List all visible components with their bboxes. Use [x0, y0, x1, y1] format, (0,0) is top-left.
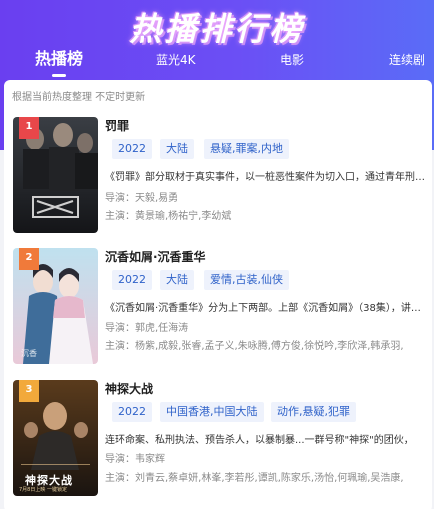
item-director: 导演：郭虎,任海涛 — [105, 323, 189, 334]
region-tag[interactable]: 大陆 — [160, 270, 194, 290]
item-title: 沉香如屑·沉香重华 — [105, 250, 206, 264]
year-tag[interactable]: 2022 — [112, 402, 152, 422]
year-tag[interactable]: 2022 — [112, 270, 152, 290]
tab-label: 热播榜 — [35, 49, 84, 68]
tab-movies[interactable]: 电影 — [280, 48, 304, 78]
item-title: 罚罪 — [105, 119, 130, 133]
region-tag[interactable]: 中国香港,中国大陆 — [160, 402, 264, 422]
item-director: 导演：天毅,易勇 — [105, 193, 179, 204]
item-cast: 主演：黄景瑜,杨祐宁,李幼斌 — [105, 211, 232, 222]
tab-series[interactable]: 连续剧 — [389, 48, 425, 78]
poster-subcaption: 7月8日上映 一键锁定 — [19, 487, 67, 493]
rank-badge: 3 — [19, 380, 39, 402]
ranking-list: 根据当前热度整理 不定时更新 1 罚罪 2022 大陆 悬疑,罪案,内地 《罚罪… — [4, 80, 432, 509]
tab-bluray-4k[interactable]: 蓝光4K — [156, 48, 196, 78]
rank-badge: 1 — [19, 117, 39, 139]
item-description: 《罚罪》部分取材于真实事件，以一桩恶性案件为切入口，通过青年刑警常征的视角 — [105, 172, 426, 183]
active-tab-indicator — [52, 74, 66, 77]
genre-tag[interactable]: 悬疑,罪案,内地 — [204, 139, 289, 159]
svg-text:沉香: 沉香 — [21, 348, 37, 358]
item-cast: 主演：刘青云,蔡卓妍,林峯,李若彤,谭凯,陈家乐,汤怡,何珮瑜,吴浩康, — [105, 473, 404, 484]
update-note: 根据当前热度整理 不定时更新 — [12, 92, 146, 103]
tab-label: 蓝光4K — [156, 53, 196, 67]
item-title: 神探大战 — [105, 382, 154, 396]
list-item[interactable]: 3 神探大战 7月8日上映 一键锁定 神探大战 2022 中国香港,中国大陆 动… — [4, 380, 432, 500]
category-tabs: 热播榜 蓝光4K 电影 连续剧 — [0, 48, 434, 78]
item-description: 连环命案、私刑执法、预告杀人，以暴制暴...一群号称"神探"的团伙， — [105, 435, 414, 446]
poster-image: 沉香 2 — [13, 248, 98, 364]
poster-image: 3 神探大战 7月8日上映 一键锁定 — [13, 380, 98, 496]
tab-label: 电影 — [280, 53, 305, 67]
tab-label: 连续剧 — [389, 53, 426, 67]
poster-image: 1 — [13, 117, 98, 233]
genre-tag[interactable]: 动作,悬疑,犯罪 — [271, 402, 356, 422]
page-title: 热播排行榜 — [129, 10, 305, 48]
rank-badge: 2 — [19, 248, 39, 270]
year-tag[interactable]: 2022 — [112, 139, 152, 159]
tab-hot[interactable]: 热播榜 — [35, 48, 83, 78]
list-item[interactable]: 1 罚罪 2022 大陆 悬疑,罪案,内地 《罚罪》部分取材于真实事件，以一桩恶… — [4, 117, 432, 237]
genre-tag[interactable]: 爱情,古装,仙侠 — [204, 270, 289, 290]
item-cast: 主演：杨紫,成毅,张睿,孟子义,朱咏腾,傅方俊,徐悦吟,李欣泽,韩承羽, — [105, 341, 404, 352]
region-tag[interactable]: 大陆 — [160, 139, 194, 159]
item-director: 导演：韦家辉 — [105, 454, 165, 465]
item-description: 《沉香如屑·沉香重华》分为上下两部。上部《沉香如屑》（38集），讲述了 — [105, 303, 426, 314]
list-item[interactable]: 沉香 2 沉香如屑·沉香重华 2022 大陆 爱情,古装,仙侠 《沉香如屑·沉香… — [4, 248, 432, 368]
